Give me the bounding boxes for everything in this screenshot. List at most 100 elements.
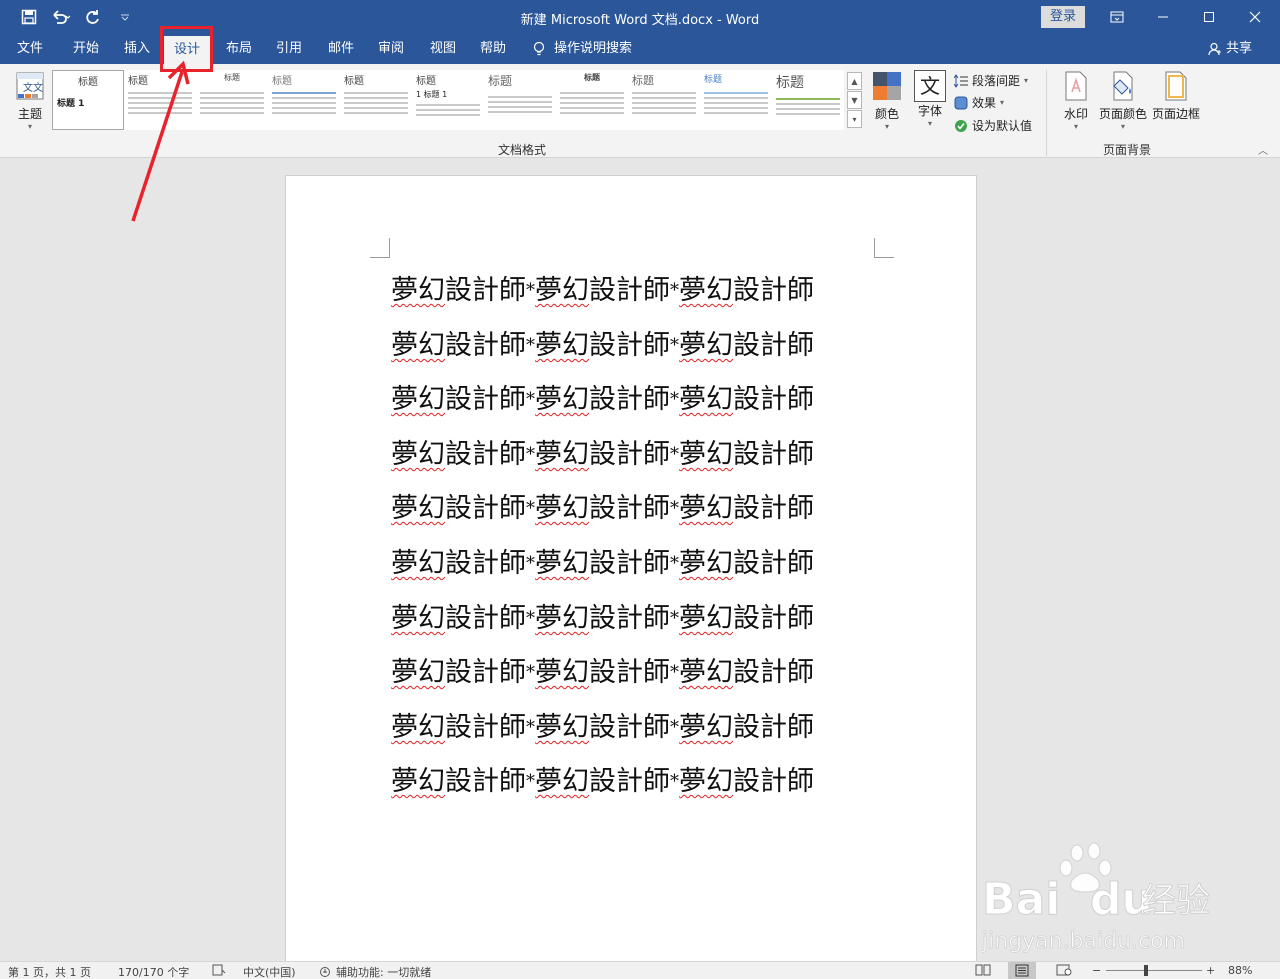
style-set-item[interactable]: 标题 xyxy=(628,70,700,130)
tab-references[interactable]: 引用 xyxy=(266,34,312,64)
text-run: 夢幻 xyxy=(391,384,445,415)
word-count[interactable]: 170/170 个字 xyxy=(118,964,189,979)
style-set-gallery: 标题 标题 1 标题 标题 标题 标题 标题 1 标题 1 标题 标题 标题 标… xyxy=(52,70,845,132)
text-run: 夢幻 xyxy=(535,657,589,688)
style-set-item[interactable]: 标题 1 标题 1 xyxy=(412,70,484,130)
asterisk-text: * xyxy=(670,280,679,301)
zoom-level[interactable]: 88% xyxy=(1228,964,1252,977)
document-paragraph[interactable]: 夢幻設計師*夢幻設計師*夢幻設計師 xyxy=(391,759,814,798)
page-borders-button[interactable]: 页面边框 xyxy=(1150,70,1202,122)
tab-layout[interactable]: 布局 xyxy=(216,34,262,64)
text-run: 設計師 xyxy=(445,548,526,579)
paragraph-spacing-button[interactable]: 段落间距 ▾ xyxy=(954,72,1028,89)
style-set-item[interactable]: 标题 xyxy=(268,70,340,130)
gallery-scroll-up-icon[interactable]: ▲ xyxy=(847,72,862,90)
zoom-in-icon[interactable]: + xyxy=(1206,964,1215,977)
document-paragraph[interactable]: 夢幻設計師*夢幻設計師*夢幻設計師 xyxy=(391,705,814,744)
style-set-item[interactable]: 标题 标题 1 xyxy=(52,70,124,130)
paragraph-spacing-label: 段落间距 xyxy=(972,74,1021,88)
document-paragraph[interactable]: 夢幻設計師*夢幻設計師*夢幻設計師 xyxy=(391,650,814,689)
document-paragraph[interactable]: 夢幻設計師*夢幻設計師*夢幻設計師 xyxy=(391,268,814,307)
text-run: 設計師 xyxy=(445,384,526,415)
document-paragraph[interactable]: 夢幻設計師*夢幻設計師*夢幻設計師 xyxy=(391,432,814,471)
login-button[interactable]: 登录 xyxy=(1041,6,1085,28)
minimize-icon[interactable] xyxy=(1140,0,1186,34)
text-run: 設計師 xyxy=(445,330,526,361)
print-layout-icon[interactable] xyxy=(1008,962,1036,979)
ribbon-display-options-icon[interactable] xyxy=(1094,0,1140,34)
tell-me-label: 操作说明搜索 xyxy=(554,41,633,56)
share-label: 共享 xyxy=(1226,41,1253,56)
zoom-out-icon[interactable]: − xyxy=(1092,964,1101,977)
text-run: 夢幻 xyxy=(391,766,445,797)
watermark-label: 水印 xyxy=(1063,107,1088,121)
set-as-default-button[interactable]: 设为默认值 xyxy=(954,117,1032,134)
collapse-ribbon-icon[interactable]: ︿ xyxy=(1258,142,1268,157)
page-count[interactable]: 第 1 页，共 1 页 xyxy=(8,964,91,979)
web-layout-icon[interactable] xyxy=(1056,964,1072,979)
zoom-slider[interactable] xyxy=(1106,970,1202,971)
style-set-item[interactable]: 标题 xyxy=(772,70,844,130)
style-set-item[interactable]: 标题 xyxy=(484,70,556,130)
watermark-button[interactable]: 水印 ▾ xyxy=(1058,70,1094,131)
share-button[interactable]: 共享 xyxy=(1208,34,1260,64)
svg-text:文文: 文文 xyxy=(23,81,43,94)
themes-button[interactable]: 文文 主题 ▾ xyxy=(10,70,50,131)
style-set-item[interactable]: 标题 xyxy=(124,70,196,130)
text-run: 設計師 xyxy=(733,330,814,361)
tell-me-search[interactable]: 操作说明搜索 xyxy=(532,34,638,64)
language-indicator[interactable]: 中文(中国) xyxy=(243,964,296,979)
text-run: 設計師 xyxy=(445,439,526,470)
style-set-item[interactable]: 标题 xyxy=(700,70,772,130)
tab-insert[interactable]: 插入 xyxy=(114,34,160,64)
document-page[interactable]: 夢幻設計師*夢幻設計師*夢幻設計師 夢幻設計師*夢幻設計師*夢幻設計師 夢幻設計師*… xyxy=(285,175,977,965)
document-paragraph[interactable]: 夢幻設計師*夢幻設計師*夢幻設計師 xyxy=(391,377,814,416)
tab-help[interactable]: 帮助 xyxy=(470,34,516,64)
document-paragraph[interactable]: 夢幻設計師*夢幻設計師*夢幻設計師 xyxy=(391,541,814,580)
text-run: 設計師 xyxy=(589,657,670,688)
chevron-down-icon: ▾ xyxy=(1120,122,1125,131)
asterisk-text: * xyxy=(526,389,535,410)
tab-file[interactable]: 文件 xyxy=(8,34,52,64)
asterisk-text: * xyxy=(526,717,535,738)
text-run: 夢幻 xyxy=(679,439,733,470)
zoom-slider-thumb[interactable] xyxy=(1144,965,1148,976)
chevron-down-icon: ▾ xyxy=(927,119,932,128)
document-paragraph[interactable]: 夢幻設計師*夢幻設計師*夢幻設計師 xyxy=(391,486,814,525)
group-label-document-formatting: 文档格式 xyxy=(498,143,547,157)
colors-button[interactable]: 颜色 ▾ xyxy=(868,70,906,131)
fonts-button[interactable]: 文 字体 ▾ xyxy=(911,70,949,128)
accessibility-label: 辅助功能: 一切就绪 xyxy=(336,966,432,979)
gallery-scroll-down-icon[interactable]: ▼ xyxy=(847,91,862,109)
baidu-watermark: Bai du 经验 jingyan.baidu.com xyxy=(981,838,1242,958)
maximize-icon[interactable] xyxy=(1186,0,1232,34)
close-icon[interactable] xyxy=(1232,0,1278,34)
style-set-item[interactable]: 标题 xyxy=(556,70,628,130)
page-color-button[interactable]: 页面颜色 ▾ xyxy=(1098,70,1148,131)
tab-review[interactable]: 审阅 xyxy=(368,34,414,64)
tab-view[interactable]: 视图 xyxy=(420,34,466,64)
watermark-brand: Bai xyxy=(982,874,1060,925)
read-mode-icon[interactable] xyxy=(975,964,991,979)
style-set-item[interactable]: 标题 xyxy=(340,70,412,130)
text-run: 夢幻 xyxy=(535,493,589,524)
ribbon-design: 文文 主题 ▾ 标题 标题 1 标题 标题 标题 标题 标题 1 标题 1 标题… xyxy=(0,64,1280,158)
colors-icon xyxy=(873,72,901,100)
text-run: 夢幻 xyxy=(391,603,445,634)
asterisk-text: * xyxy=(670,662,679,683)
accessibility-status[interactable]: 辅助功能: 一切就绪 xyxy=(318,964,431,979)
checkmark-icon xyxy=(955,119,967,132)
document-paragraph[interactable]: 夢幻設計師*夢幻設計師*夢幻設計師 xyxy=(391,323,814,362)
chevron-down-icon: ▾ xyxy=(1073,122,1078,131)
tab-home[interactable]: 开始 xyxy=(62,34,110,64)
asterisk-text: * xyxy=(526,335,535,356)
fonts-label: 字体 xyxy=(917,104,942,118)
document-paragraph[interactable]: 夢幻設計師*夢幻設計師*夢幻設計師 xyxy=(391,596,814,635)
style-set-item[interactable]: 标题 xyxy=(196,70,268,130)
proofing-icon[interactable] xyxy=(212,964,226,979)
tab-mailings[interactable]: 邮件 xyxy=(318,34,364,64)
effects-label: 效果 xyxy=(972,96,997,110)
effects-button[interactable]: 效果 ▾ xyxy=(954,94,1004,111)
text-run: 設計師 xyxy=(733,657,814,688)
gallery-more-icon[interactable]: ▾ xyxy=(847,110,862,128)
